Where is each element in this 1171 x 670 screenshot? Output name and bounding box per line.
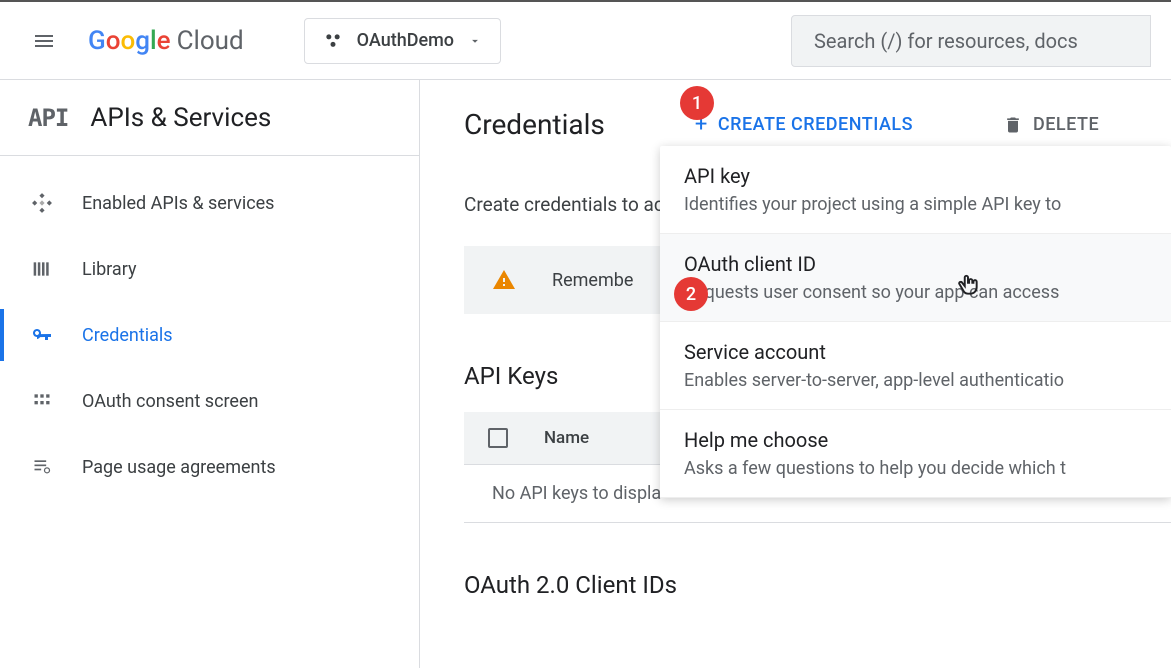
sidebar-item-label: Page usage agreements [82, 457, 276, 478]
sidebar-item-label: Library [82, 259, 137, 280]
dropdown-title: Help me choose [684, 428, 1147, 452]
create-credentials-label: CREATE CREDENTIALS [718, 114, 913, 135]
dropdown-title: Service account [684, 340, 1147, 364]
sidebar-item-enabled-apis[interactable]: Enabled APIs & services [0, 170, 419, 236]
sidebar-item-oauth-consent[interactable]: OAuth consent screen [0, 368, 419, 434]
sidebar-header: API APIs & Services [0, 80, 419, 156]
section-oauth-title: OAuth 2.0 Client IDs [464, 571, 1171, 599]
diamond-icon [30, 191, 54, 215]
menu-button[interactable] [20, 17, 68, 65]
dropdown-item-oauth-client-id[interactable]: OAuth client ID Requests user consent so… [660, 234, 1171, 322]
sidebar: API APIs & Services Enabled APIs & servi… [0, 80, 420, 668]
dropdown-item-api-key[interactable]: API key Identifies your project using a … [660, 146, 1171, 234]
create-credentials-dropdown: API key Identifies your project using a … [660, 146, 1171, 498]
select-all-checkbox[interactable] [488, 428, 508, 448]
trash-icon [1003, 115, 1023, 135]
annotation-badge-1: 1 [680, 86, 714, 120]
pointer-cursor-icon [955, 270, 981, 300]
project-icon [323, 31, 343, 51]
top-header: Google Cloud OAuthDemo Search (/) for re… [0, 2, 1171, 80]
dropdown-item-help-me-choose[interactable]: Help me choose Asks a few questions to h… [660, 410, 1171, 498]
sidebar-item-page-usage[interactable]: Page usage agreements [0, 434, 419, 500]
create-credentials-button[interactable]: + CREATE CREDENTIALS [695, 112, 913, 137]
consent-icon [30, 389, 54, 413]
agreement-icon [30, 455, 54, 479]
dropdown-item-service-account[interactable]: Service account Enables server-to-server… [660, 322, 1171, 410]
chevron-down-icon [468, 34, 482, 48]
api-icon: API [28, 104, 68, 132]
page-title: Credentials [464, 108, 605, 141]
key-icon [30, 323, 54, 347]
dropdown-desc: Requests user consent so your app can ac… [684, 282, 1147, 303]
project-name: OAuthDemo [357, 30, 454, 51]
search-input[interactable]: Search (/) for resources, docs [791, 15, 1151, 67]
hamburger-icon [32, 29, 56, 53]
sidebar-item-label: Enabled APIs & services [82, 193, 274, 214]
column-name: Name [544, 428, 589, 448]
dropdown-title: API key [684, 164, 1147, 188]
sidebar-title: APIs & Services [90, 103, 271, 133]
annotation-badge-2: 2 [674, 277, 708, 311]
dropdown-desc: Asks a few questions to help you decide … [684, 458, 1147, 479]
dropdown-desc: Enables server-to-server, app-level auth… [684, 370, 1147, 391]
google-cloud-logo[interactable]: Google Cloud [88, 26, 244, 56]
delete-label: DELETE [1033, 114, 1099, 135]
delete-button[interactable]: DELETE [1003, 114, 1099, 135]
dropdown-desc: Identifies your project using a simple A… [684, 194, 1147, 215]
warning-icon [492, 268, 516, 292]
logo-cloud-text: Cloud [177, 26, 244, 56]
dropdown-title: OAuth client ID [684, 252, 1147, 276]
sidebar-item-library[interactable]: Library [0, 236, 419, 302]
sidebar-item-label: OAuth consent screen [82, 391, 258, 412]
sidebar-item-credentials[interactable]: Credentials [0, 302, 419, 368]
sidebar-item-label: Credentials [82, 325, 173, 346]
project-selector[interactable]: OAuthDemo [304, 18, 501, 64]
search-placeholder: Search (/) for resources, docs [814, 29, 1078, 53]
library-icon [30, 257, 54, 281]
warning-text: Remembe [552, 270, 633, 291]
main-content: Credentials + CREATE CREDENTIALS DELETE … [420, 80, 1171, 668]
